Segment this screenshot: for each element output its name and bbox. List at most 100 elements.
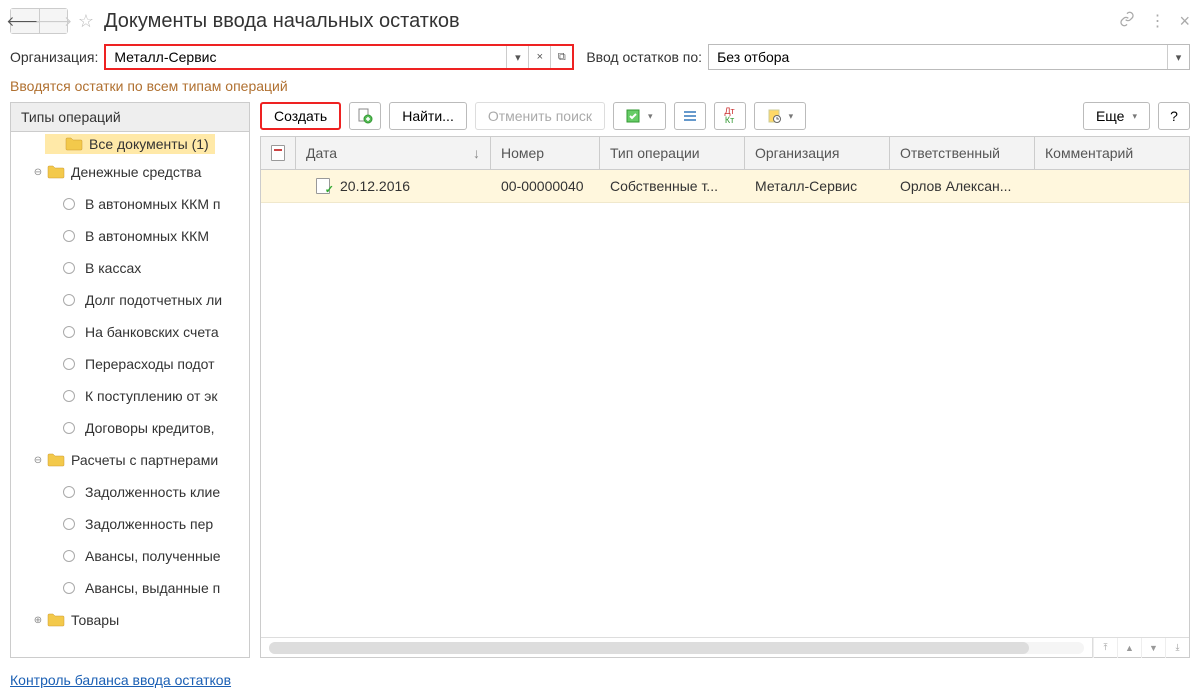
tree-item[interactable]: Авансы, выданные п	[11, 572, 249, 604]
circle-icon	[63, 358, 75, 370]
tree-scroll[interactable]: Все документы (1) ⊖ Денежные средства В авт…	[11, 132, 249, 657]
tree-item-label: Долг подотчетных ли	[85, 292, 222, 308]
tree-header: Типы операций	[10, 102, 250, 131]
filter-label: Ввод остатков по:	[586, 49, 702, 65]
tree-item[interactable]: В автономных ККМ	[11, 220, 249, 252]
action-green-button[interactable]: ▾	[613, 102, 666, 130]
report-button[interactable]: ▾	[754, 102, 807, 130]
th-comment[interactable]: Комментарий	[1035, 137, 1189, 169]
tree-item[interactable]: ⊕ Товары	[11, 604, 249, 636]
filter-dropdown-button[interactable]: ▾	[1167, 45, 1189, 69]
list-button[interactable]	[674, 102, 706, 130]
tree-item[interactable]: Перерасходы подот	[11, 348, 249, 380]
table-row[interactable]: 20.12.2016 00-00000040Собственные т...Мет…	[261, 170, 1189, 203]
help-button[interactable]: ?	[1158, 102, 1190, 130]
favorite-star-icon[interactable]: ☆	[76, 11, 96, 31]
tree-item-label: Авансы, полученные	[85, 548, 221, 564]
circle-icon	[63, 390, 75, 402]
copy-button[interactable]	[349, 102, 381, 130]
scroll-down-icon[interactable]: ▼	[1141, 638, 1165, 658]
page-title: Документы ввода начальных остатков	[104, 10, 460, 33]
expand-icon[interactable]: ⊕	[31, 615, 45, 626]
tree-item-label: Авансы, выданные п	[85, 580, 220, 596]
org-input[interactable]	[106, 46, 506, 68]
circle-icon	[63, 422, 75, 434]
link-icon[interactable]	[1119, 11, 1135, 32]
circle-icon	[63, 198, 75, 210]
scroll-up-icon[interactable]: ▲	[1117, 638, 1141, 658]
tree-item-label: Все документы (1)	[89, 136, 209, 152]
tree-item-label: Товары	[71, 612, 119, 628]
forward-button[interactable]: 🡒	[39, 9, 67, 33]
cancel-search-button[interactable]: Отменить поиск	[475, 102, 605, 130]
document-icon	[271, 145, 285, 161]
tree-item-label: В автономных ККМ	[85, 228, 209, 244]
tree-item[interactable]: В автономных ККМ п	[11, 188, 249, 220]
tree-item[interactable]: ⊖ Денежные средства	[11, 156, 249, 188]
filter-input[interactable]	[709, 45, 1167, 69]
folder-icon	[47, 613, 65, 627]
more-button[interactable]: Еще▾	[1083, 102, 1150, 130]
tree-item-label: В автономных ККМ п	[85, 196, 220, 212]
tree-item-label: В кассах	[85, 260, 141, 276]
balance-control-link[interactable]: Контроль баланса ввода остатков	[10, 672, 231, 688]
tree-item-label: Денежные средства	[71, 164, 201, 180]
circle-icon	[63, 230, 75, 242]
cell-org: Металл-Сервис	[745, 178, 890, 194]
find-button[interactable]: Найти...	[389, 102, 467, 130]
org-dropdown-button[interactable]: ▾	[506, 46, 528, 68]
tree-item-label: К поступлению от эк	[85, 388, 218, 404]
tree-item-label: На банковских счета	[85, 324, 219, 340]
tree-item[interactable]: В кассах	[11, 252, 249, 284]
org-input-group: ▾ × ⧉	[104, 44, 574, 70]
cell-resp: Орлов Алексан...	[890, 178, 1035, 194]
cell-date: 20.12.2016	[340, 178, 410, 194]
folder-icon	[47, 165, 65, 179]
tree-hscrollbar[interactable]	[11, 657, 249, 658]
info-text: Вводятся остатки по всем типам операций	[10, 78, 1190, 94]
kebab-menu-icon[interactable]: ⋮	[1149, 11, 1165, 31]
circle-icon	[63, 262, 75, 274]
create-button[interactable]: Создать	[260, 102, 341, 130]
tree-item-label: Перерасходы подот	[85, 356, 215, 372]
tree-item[interactable]: Задолженность клие	[11, 476, 249, 508]
circle-icon	[63, 294, 75, 306]
th-org[interactable]: Организация	[745, 137, 890, 169]
th-icon[interactable]	[261, 137, 296, 169]
cell-number: 00-00000040	[491, 178, 600, 194]
circle-icon	[63, 326, 75, 338]
th-number[interactable]: Номер	[491, 137, 600, 169]
expand-icon[interactable]: ⊖	[31, 167, 45, 178]
tree-item-label: Задолженность клие	[85, 484, 220, 500]
dtkt-button[interactable]: ДтКт	[714, 102, 746, 130]
filter-input-group: ▾	[708, 44, 1190, 70]
circle-icon	[63, 518, 75, 530]
circle-icon	[63, 582, 75, 594]
close-icon[interactable]: ×	[1179, 11, 1190, 32]
org-clear-button[interactable]: ×	[528, 46, 550, 68]
tree-item-label: Задолженность пер	[85, 516, 213, 532]
th-date[interactable]: Дата↓	[296, 137, 491, 169]
folder-icon	[47, 453, 65, 467]
circle-icon	[63, 486, 75, 498]
tree-item-label: Расчеты с партнерами	[71, 452, 218, 468]
scroll-bottom-icon[interactable]: ⤓	[1165, 638, 1189, 658]
table-header: Дата↓ Номер Тип операции Организация Отв…	[261, 137, 1189, 170]
circle-icon	[63, 550, 75, 562]
tree-item[interactable]: Долг подотчетных ли	[11, 284, 249, 316]
cell-optype: Собственные т...	[600, 178, 745, 194]
tree-item[interactable]: Авансы, полученные	[11, 540, 249, 572]
scroll-top-icon[interactable]: ⤒	[1093, 638, 1117, 658]
tree-item[interactable]: Задолженность пер	[11, 508, 249, 540]
tree-item[interactable]: На банковских счета	[11, 316, 249, 348]
expand-icon[interactable]: ⊖	[31, 455, 45, 466]
th-optype[interactable]: Тип операции	[600, 137, 745, 169]
table-hscrollbar[interactable]	[269, 642, 1084, 654]
tree-item-label: Договоры кредитов,	[85, 420, 215, 436]
tree-item[interactable]: Договоры кредитов,	[11, 412, 249, 444]
tree-item[interactable]: К поступлению от эк	[11, 380, 249, 412]
tree-item[interactable]: Все документы (1)	[45, 134, 215, 154]
th-resp[interactable]: Ответственный	[890, 137, 1035, 169]
tree-item[interactable]: ⊖ Расчеты с партнерами	[11, 444, 249, 476]
org-open-button[interactable]: ⧉	[550, 46, 572, 68]
